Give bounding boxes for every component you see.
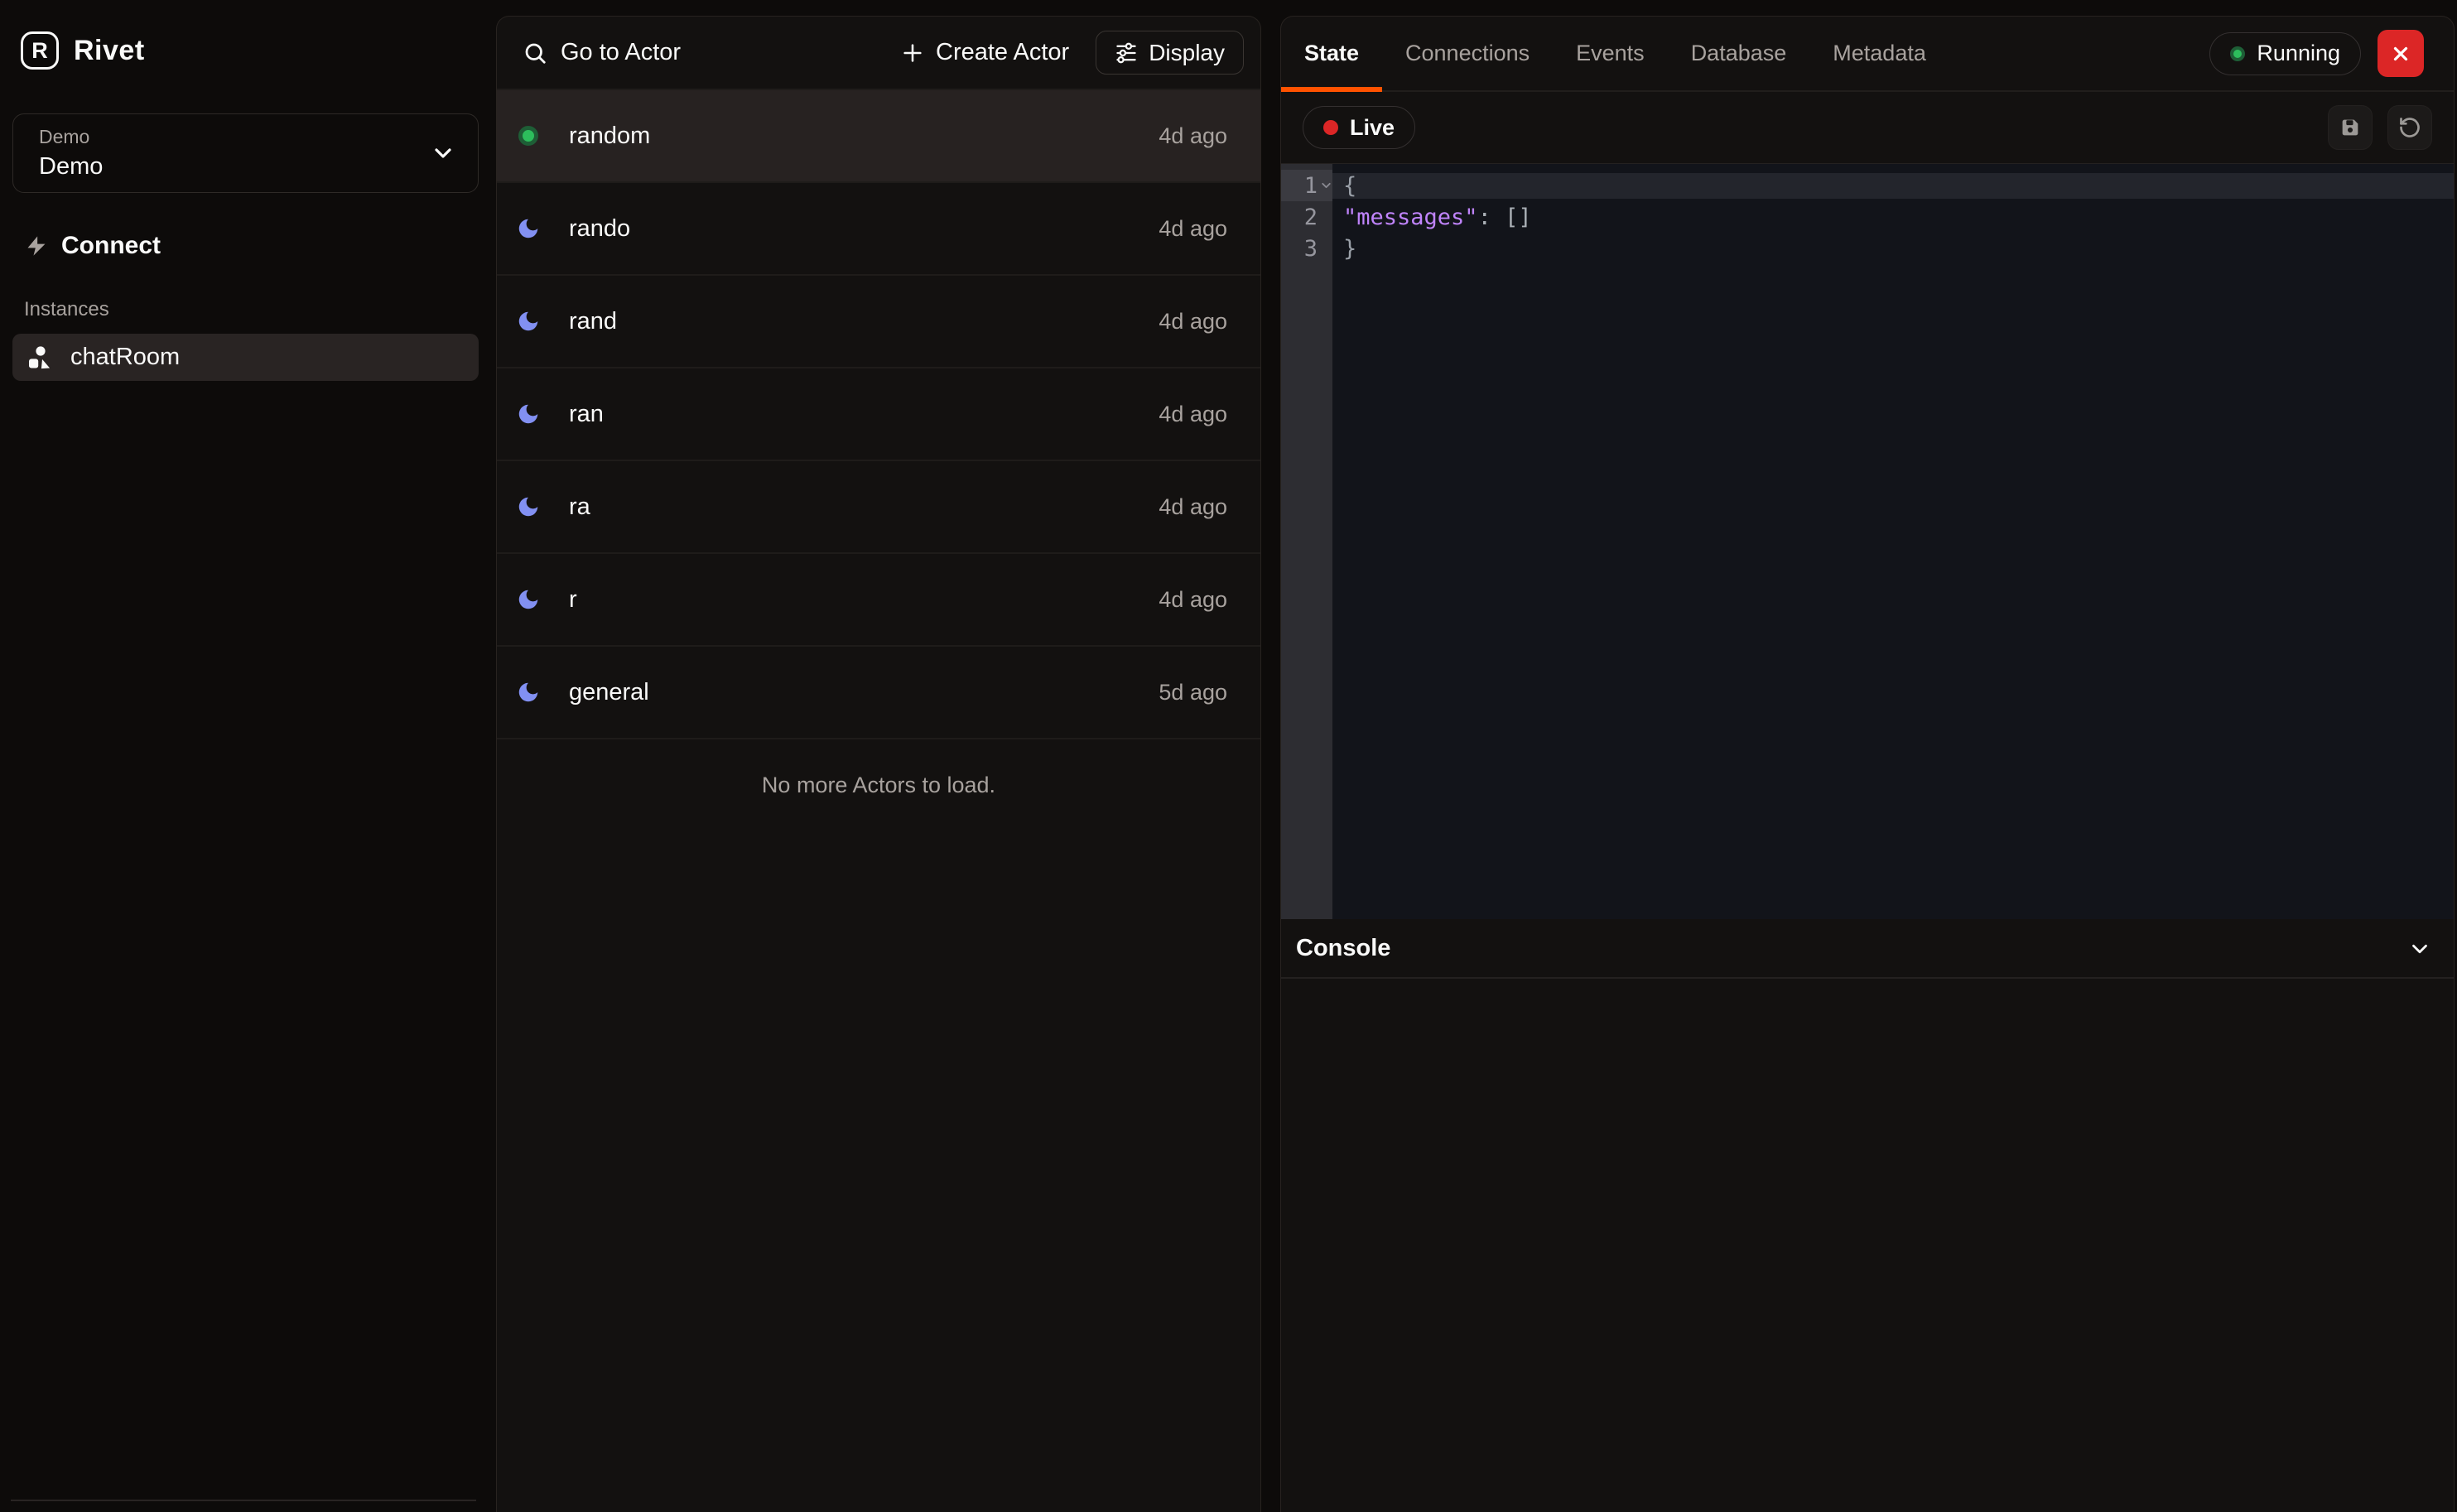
console-label: Console	[1296, 935, 1390, 962]
actor-time: 4d ago	[1159, 309, 1227, 335]
list-end-message: No more Actors to load.	[497, 739, 1260, 798]
status-badge: Running	[2209, 32, 2361, 75]
actor-detail-panel: State Connections Events Database Metada…	[1280, 16, 2455, 1512]
moon-icon	[514, 680, 542, 705]
actor-row-r[interactable]: r 4d ago	[497, 554, 1260, 647]
project-select-label: Demo	[39, 126, 103, 148]
plus-icon	[901, 41, 924, 65]
line-number: 1	[1281, 170, 1332, 201]
actor-name: r	[569, 586, 577, 614]
status-running-icon	[514, 126, 542, 146]
actor-row-rando[interactable]: rando 4d ago	[497, 183, 1260, 276]
actors-header: Go to Actor Create Actor Display	[497, 17, 1260, 90]
moon-icon	[514, 309, 542, 334]
tab-state[interactable]: State	[1281, 17, 1382, 90]
actor-name: ra	[569, 494, 590, 521]
actor-name: rand	[569, 308, 617, 335]
actor-time: 4d ago	[1159, 216, 1227, 242]
tab-metadata[interactable]: Metadata	[1809, 17, 1949, 90]
live-dot-icon	[1323, 120, 1338, 135]
reset-button[interactable]	[2387, 105, 2432, 150]
status-badge-label: Running	[2257, 41, 2340, 66]
moon-icon	[514, 402, 542, 426]
actor-time: 4d ago	[1159, 494, 1227, 520]
code-token: }	[1343, 236, 1356, 262]
chevron-down-icon[interactable]	[2407, 937, 2432, 961]
search-icon	[523, 41, 547, 65]
sidebar-item-connect[interactable]: Connect	[0, 225, 495, 267]
save-icon	[2339, 116, 2362, 139]
line-number: 2	[1281, 201, 1332, 233]
create-actor-button[interactable]: Create Actor	[901, 39, 1069, 66]
goto-actor-label: Go to Actor	[561, 39, 681, 66]
moon-icon	[514, 216, 542, 241]
fold-chevron-icon[interactable]	[1319, 179, 1333, 193]
tab-connections[interactable]: Connections	[1382, 17, 1553, 90]
editor-gutter	[1281, 164, 1332, 919]
sidebar-item-chatroom[interactable]: chatRoom	[12, 334, 479, 381]
close-icon	[2390, 43, 2411, 65]
brand-name: Rivet	[74, 35, 145, 67]
instance-label: chatRoom	[70, 344, 180, 371]
rivet-logo-icon: R	[21, 31, 59, 70]
code-line[interactable]: 2 "messages": []	[1281, 201, 2454, 233]
rivet-dashboard: R Rivet Demo Demo Connect Instances	[0, 0, 2457, 1512]
chevron-down-icon	[430, 140, 456, 166]
display-button[interactable]: Display	[1096, 31, 1244, 75]
save-button[interactable]	[2328, 105, 2373, 150]
project-select[interactable]: Demo Demo	[12, 113, 479, 193]
live-label: Live	[1350, 115, 1395, 141]
live-toggle[interactable]: Live	[1303, 106, 1415, 149]
state-json-editor[interactable]: 1 { 2 "messages": [] 3	[1281, 163, 2454, 919]
actor-time: 4d ago	[1159, 123, 1227, 149]
code-token: {	[1343, 173, 1356, 199]
project-select-value: Demo	[39, 153, 103, 181]
tab-events[interactable]: Events	[1553, 17, 1668, 90]
shapes-icon	[26, 344, 52, 371]
code-token: []	[1505, 205, 1532, 230]
actor-time: 5d ago	[1159, 680, 1227, 705]
detail-tabbar: State Connections Events Database Metada…	[1281, 17, 2454, 92]
moon-icon	[514, 587, 542, 612]
code-token: "messages"	[1343, 205, 1478, 230]
actors-panel: Go to Actor Create Actor Display	[496, 16, 1261, 1512]
code-line[interactable]: 3 }	[1281, 233, 2454, 264]
running-dot-icon	[2230, 46, 2245, 61]
tab-database[interactable]: Database	[1668, 17, 1810, 90]
actor-row-general[interactable]: general 5d ago	[497, 647, 1260, 739]
actor-time: 4d ago	[1159, 402, 1227, 427]
code-token: :	[1478, 205, 1506, 230]
close-button[interactable]	[2378, 30, 2424, 77]
display-button-label: Display	[1149, 40, 1225, 66]
moon-icon	[514, 494, 542, 519]
actor-row-ran[interactable]: ran 4d ago	[497, 368, 1260, 461]
console-header[interactable]: Console	[1281, 920, 2454, 979]
actor-name: ran	[569, 401, 604, 428]
actor-row-ra[interactable]: ra 4d ago	[497, 461, 1260, 554]
actor-name: rando	[569, 215, 630, 243]
actor-row-random[interactable]: random 4d ago	[497, 90, 1260, 183]
goto-actor-search[interactable]: Go to Actor	[523, 39, 901, 66]
actor-list: random 4d ago rando 4d ago rand 4d ago	[497, 90, 1260, 739]
rotate-ccw-icon	[2398, 116, 2421, 139]
actor-name: random	[569, 123, 650, 150]
brand: R Rivet	[21, 31, 145, 70]
create-actor-label: Create Actor	[936, 39, 1069, 66]
sidebar-divider	[11, 1500, 476, 1501]
actor-time: 4d ago	[1159, 587, 1227, 613]
line-number: 3	[1281, 233, 1332, 264]
sliders-icon	[1115, 41, 1138, 65]
actor-name: general	[569, 679, 649, 706]
code-line[interactable]: 1 {	[1281, 170, 2454, 201]
sidebar: R Rivet Demo Demo Connect Instances	[0, 0, 495, 1512]
connect-label: Connect	[61, 232, 161, 260]
state-toolbar: Live	[1281, 92, 2454, 163]
instances-section-label: Instances	[24, 298, 109, 321]
lightning-icon	[25, 234, 48, 258]
actor-row-rand[interactable]: rand 4d ago	[497, 276, 1260, 368]
